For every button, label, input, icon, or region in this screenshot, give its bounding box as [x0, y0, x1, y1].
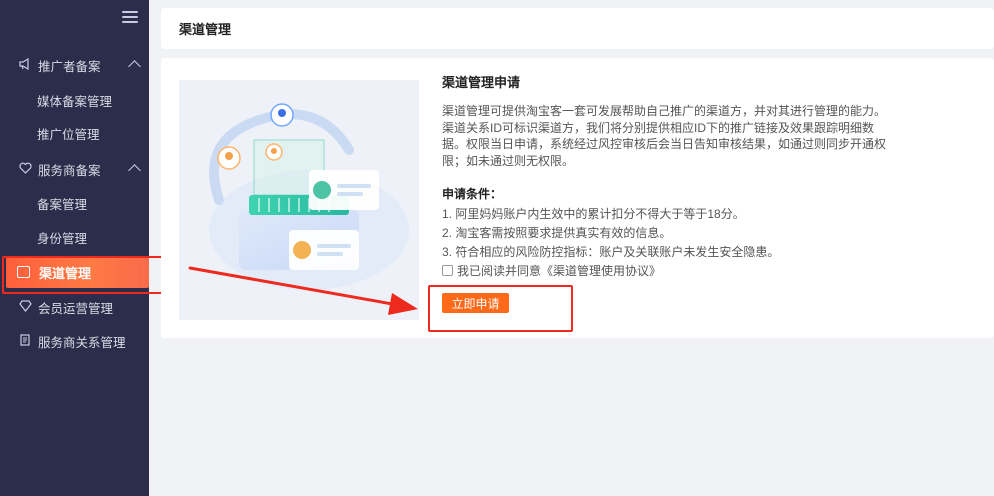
menu-toggle-icon[interactable]	[122, 11, 138, 24]
sidebar-group-label: 服务商备案	[38, 163, 101, 178]
channel-icon	[17, 266, 30, 278]
megaphone-icon	[18, 57, 32, 72]
sidebar-item-media-filing[interactable]: 媒体备案管理	[0, 85, 149, 115]
sidebar-item-identity-manage[interactable]: 身份管理	[0, 222, 149, 252]
application-card: 渠道管理申请 渠道管理可提供淘宝客一套可发展帮助自己推广的渠道方，并对其进行管理…	[161, 58, 994, 338]
sidebar-item-provider-relations[interactable]: 服务商关系管理	[0, 326, 149, 356]
conditions-list: 1. 阿里妈妈账户内生效中的累计扣分不得大于等于18分。 2. 淘宝客需按照要求…	[442, 205, 912, 262]
description-line: 渠道管理可提供淘宝客一套可发展帮助自己推广的渠道方，并对其进行管理的能力。	[442, 104, 887, 118]
sidebar-item-label: 服务商关系管理	[38, 335, 126, 350]
conditions-title: 申请条件：	[442, 187, 503, 201]
page-title: 渠道管理	[179, 22, 232, 37]
chevron-up-icon	[128, 164, 141, 177]
sidebar-item-member-ops[interactable]: 会员运营管理	[0, 292, 149, 322]
condition-item: 2. 淘宝客需按照要求提供真实有效的信息。	[442, 226, 672, 240]
agreement-checkbox[interactable]	[442, 265, 453, 276]
sidebar-group-promoter[interactable]: 推广者备案	[0, 50, 149, 80]
channel-illustration	[179, 80, 419, 320]
description-line: 渠道关系ID可标识渠道方，我们将分别提供相应ID下的推广链接及效果跟踪明细数	[442, 120, 875, 135]
agreement-checkbox-row[interactable]: 我已阅读并同意《渠道管理使用协议》	[442, 262, 661, 279]
sidebar-item-adzone[interactable]: 推广位管理	[0, 118, 149, 148]
application-heading: 渠道管理申请	[442, 75, 521, 90]
condition-item: 3. 符合相应的风险防控指标：账户及关联账户未发生安全隐患。	[442, 245, 780, 259]
description-line: 限；如未通过则无权限。	[442, 153, 575, 168]
document-icon	[18, 334, 32, 348]
diamond-icon	[18, 300, 32, 314]
page-header: 渠道管理	[161, 8, 994, 49]
chevron-up-icon	[128, 60, 141, 73]
sidebar-item-label: 会员运营管理	[38, 301, 114, 316]
heart-shield-icon	[18, 162, 32, 176]
sidebar: 推广者备案 媒体备案管理 推广位管理 服务商备案 备案管理 身份管理 会员运营管…	[0, 0, 149, 496]
application-description: 渠道管理可提供淘宝客一套可发展帮助自己推广的渠道方，并对其进行管理的能力。 渠道…	[442, 103, 912, 169]
application-info: 渠道管理申请 渠道管理可提供淘宝客一套可发展帮助自己推广的渠道方，并对其进行管理…	[442, 72, 912, 262]
sidebar-item-filing-manage[interactable]: 备案管理	[0, 188, 149, 218]
sidebar-item-label: 渠道管理	[39, 265, 92, 281]
apply-now-button[interactable]: 立即申请	[442, 293, 509, 313]
sidebar-group-provider[interactable]: 服务商备案	[0, 154, 149, 184]
description-line: 据。权限当日申请，系统经过风控审核后会当日告知审核结果，如通过则同步开通权	[442, 137, 887, 151]
condition-item: 1. 阿里妈妈账户内生效中的累计扣分不得大于等于18分。	[442, 207, 745, 221]
agreement-label[interactable]: 我已阅读并同意《渠道管理使用协议》	[457, 262, 661, 279]
sidebar-item-channel-manage[interactable]: 渠道管理	[6, 256, 149, 288]
sidebar-group-label: 推广者备案	[38, 59, 101, 74]
